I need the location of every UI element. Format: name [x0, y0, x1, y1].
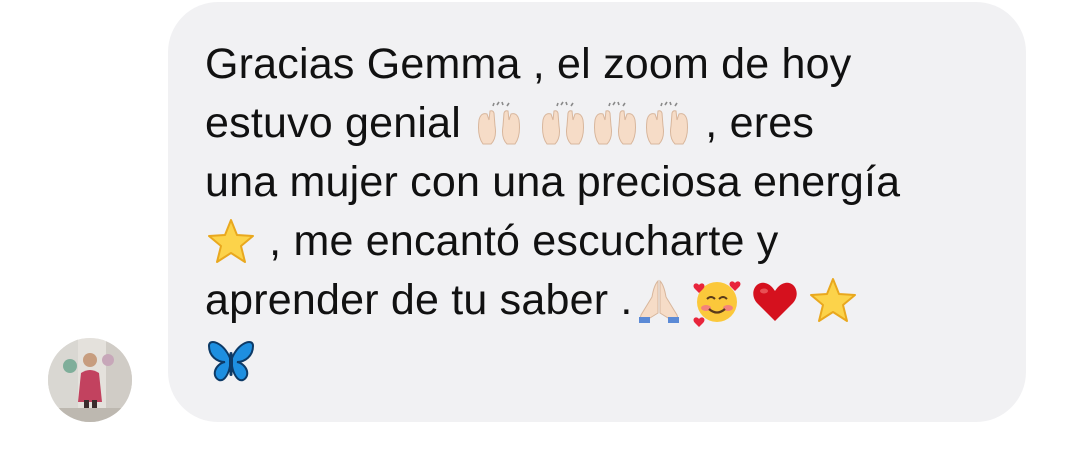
raising-hands-icon	[537, 98, 589, 150]
message-text-segment: una mujer con una preciosa energía	[205, 158, 901, 206]
message-text-segment: Gracias Gemma , el zoom de hoy	[205, 40, 852, 88]
message-text-segment: , eres	[693, 99, 815, 147]
star-icon	[807, 275, 859, 327]
raising-hands-icon	[473, 98, 525, 150]
raising-hands-icon	[589, 98, 641, 150]
star-icon	[205, 216, 257, 268]
message-text-segment: estuvo genial	[205, 99, 474, 147]
folded-hands-icon	[633, 275, 685, 327]
message-bubble[interactable]: Gracias Gemma , el zoom de hoy estuvo ge…	[168, 2, 1026, 422]
message-text-segment: aprender de tu saber .	[205, 276, 633, 324]
butterfly-icon	[205, 334, 257, 386]
message-line: aprender de tu saber .	[205, 271, 996, 330]
message-line: estuvo genial , eres	[205, 94, 996, 153]
message-line	[205, 330, 996, 389]
message-text-segment: , me encantó escucharte y	[257, 217, 779, 265]
red-heart-icon	[749, 275, 801, 327]
message-line: una mujer con una preciosa energía	[205, 153, 996, 212]
profile-photo-avatar	[48, 338, 132, 422]
message-line: Gracias Gemma , el zoom de hoy	[205, 35, 996, 94]
message-text: Gracias Gemma , el zoom de hoy estuvo ge…	[205, 35, 996, 389]
message-line: , me encantó escucharte y	[205, 212, 996, 271]
avatar[interactable]	[48, 338, 132, 422]
raising-hands-icon	[641, 98, 693, 150]
smiling-face-with-hearts-icon	[691, 275, 743, 327]
